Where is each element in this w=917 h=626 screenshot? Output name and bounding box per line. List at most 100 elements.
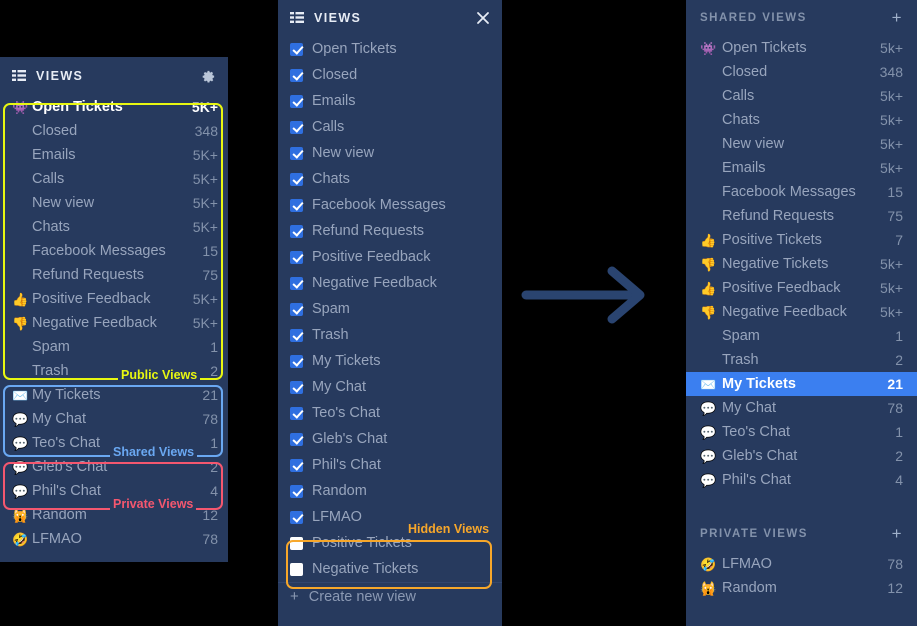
- checkbox-checked-icon[interactable]: [290, 432, 303, 446]
- checkbox-checked-icon[interactable]: [290, 68, 303, 82]
- checkbox-checked-icon[interactable]: [290, 302, 303, 316]
- checkbox-checked-icon[interactable]: [290, 198, 303, 212]
- view-visibility-row[interactable]: Negative Tickets: [278, 556, 502, 582]
- view-visibility-row[interactable]: Gleb's Chat: [278, 426, 502, 452]
- view-list-item[interactable]: 👎 Negative Tickets 5k+: [686, 252, 917, 276]
- view-visibility-row[interactable]: Calls: [278, 114, 502, 140]
- view-list-item-count: 5k+: [880, 40, 903, 56]
- view-visibility-row[interactable]: Trash: [278, 322, 502, 348]
- add-shared-view-icon[interactable]: +: [892, 8, 903, 28]
- speech-bubble-icon: 💬: [12, 435, 29, 451]
- view-list-item[interactable]: Closed 348: [686, 60, 917, 84]
- view-visibility-row[interactable]: Teo's Chat: [278, 400, 502, 426]
- checkbox-checked-icon[interactable]: [290, 484, 303, 498]
- view-list-item[interactable]: Facebook Messages 15: [686, 180, 917, 204]
- close-icon[interactable]: [476, 11, 490, 25]
- checkbox-checked-icon[interactable]: [290, 380, 303, 394]
- checkbox-checked-icon[interactable]: [290, 94, 303, 108]
- checkbox-checked-icon[interactable]: [290, 42, 303, 56]
- view-list-item[interactable]: Emails 5K+: [0, 143, 228, 167]
- view-list-item-count: 1: [210, 339, 218, 355]
- view-list-item[interactable]: 👍 Positive Feedback 5k+: [686, 276, 917, 300]
- create-new-view-button[interactable]: + Create new view: [278, 582, 502, 610]
- view-list-item[interactable]: Refund Requests 75: [0, 263, 228, 287]
- view-list-item[interactable]: Trash 2: [686, 348, 917, 372]
- view-list-item[interactable]: 👍 Positive Tickets 7: [686, 228, 917, 252]
- view-visibility-row[interactable]: Chats: [278, 166, 502, 192]
- right-views-panel: SHARED VIEWS + 👾 Open Tickets 5k+ Closed 348…: [686, 0, 917, 626]
- view-visibility-row[interactable]: Open Tickets: [278, 36, 502, 62]
- view-visibility-row[interactable]: Emails: [278, 88, 502, 114]
- view-visibility-row[interactable]: New view: [278, 140, 502, 166]
- view-visibility-row[interactable]: Refund Requests: [278, 218, 502, 244]
- view-list-item-count: 12: [202, 507, 218, 523]
- checkbox-checked-icon[interactable]: [290, 510, 303, 524]
- view-visibility-row[interactable]: Random: [278, 478, 502, 504]
- view-list-item[interactable]: 🤣 LFMAO 78: [0, 527, 228, 551]
- checkbox-checked-icon[interactable]: [290, 328, 303, 342]
- view-list-item[interactable]: 💬 Phil's Chat 4: [686, 468, 917, 492]
- view-list-item[interactable]: 🤣 LFMAO 78: [686, 552, 917, 576]
- checkbox-unchecked-icon[interactable]: [290, 562, 303, 576]
- view-list-item[interactable]: 💬 Teo's Chat 1: [686, 420, 917, 444]
- view-visibility-row[interactable]: Spam: [278, 296, 502, 322]
- view-visibility-row[interactable]: Facebook Messages: [278, 192, 502, 218]
- checkbox-checked-icon[interactable]: [290, 458, 303, 472]
- view-list-item[interactable]: New view 5K+: [0, 191, 228, 215]
- view-list-item-label: Calls: [32, 171, 65, 187]
- view-visibility-row[interactable]: My Tickets: [278, 348, 502, 374]
- view-list-item[interactable]: 👍 Positive Feedback 5K+: [0, 287, 228, 311]
- checkbox-checked-icon[interactable]: [290, 146, 303, 160]
- gear-icon[interactable]: [201, 69, 216, 84]
- view-list-item[interactable]: Spam 1: [0, 335, 228, 359]
- view-visibility-label: Phil's Chat: [312, 457, 381, 473]
- view-list-item[interactable]: Closed 348: [0, 119, 228, 143]
- view-list-item[interactable]: Chats 5k+: [686, 108, 917, 132]
- checkbox-unchecked-icon[interactable]: [290, 536, 303, 550]
- view-visibility-label: Random: [312, 483, 367, 499]
- view-list-item[interactable]: 💬 My Chat 78: [686, 396, 917, 420]
- view-list-item[interactable]: 👎 Negative Feedback 5k+: [686, 300, 917, 324]
- view-list-item-label: Positive Feedback: [32, 291, 151, 307]
- checkbox-checked-icon[interactable]: [290, 120, 303, 134]
- view-list-item[interactable]: Calls 5K+: [0, 167, 228, 191]
- view-list-item-count: 5k+: [880, 256, 903, 272]
- checkbox-checked-icon[interactable]: [290, 172, 303, 186]
- add-private-view-icon[interactable]: +: [892, 524, 903, 544]
- view-visibility-row[interactable]: Closed: [278, 62, 502, 88]
- view-visibility-row[interactable]: Negative Feedback: [278, 270, 502, 296]
- view-list-item[interactable]: Spam 1: [686, 324, 917, 348]
- view-list-item[interactable]: 🙀 Random 12: [686, 576, 917, 600]
- view-list-item-label: My Chat: [32, 411, 86, 427]
- view-list-item[interactable]: Calls 5k+: [686, 84, 917, 108]
- checkbox-checked-icon[interactable]: [290, 354, 303, 368]
- view-list-item[interactable]: Facebook Messages 15: [0, 239, 228, 263]
- view-list-item[interactable]: New view 5k+: [686, 132, 917, 156]
- view-list-item[interactable]: ✉️ My Tickets 21: [686, 372, 917, 396]
- checkbox-checked-icon[interactable]: [290, 406, 303, 420]
- view-list-item-label: Trash: [722, 352, 759, 368]
- view-visibility-row[interactable]: Phil's Chat: [278, 452, 502, 478]
- view-list-item-count: 5k+: [880, 160, 903, 176]
- view-list-item[interactable]: Refund Requests 75: [686, 204, 917, 228]
- view-list-item[interactable]: ✉️ My Tickets 21: [0, 383, 228, 407]
- view-list-item-label: Chats: [32, 219, 70, 235]
- view-list-item[interactable]: Emails 5k+: [686, 156, 917, 180]
- view-list-item[interactable]: 👎 Negative Feedback 5K+: [0, 311, 228, 335]
- view-list-item-count: 75: [202, 267, 218, 283]
- view-list-item-count: 5k+: [880, 88, 903, 104]
- view-list-item[interactable]: 💬 My Chat 78: [0, 407, 228, 431]
- view-list-item-label: Chats: [722, 112, 760, 128]
- view-list-item[interactable]: 👾 Open Tickets 5k+: [686, 36, 917, 60]
- checkbox-checked-icon[interactable]: [290, 224, 303, 238]
- view-list-item[interactable]: 💬 Gleb's Chat 2: [686, 444, 917, 468]
- view-list-item[interactable]: Chats 5K+: [0, 215, 228, 239]
- checkbox-checked-icon[interactable]: [290, 276, 303, 290]
- view-visibility-label: Facebook Messages: [312, 197, 446, 213]
- checkbox-checked-icon[interactable]: [290, 250, 303, 264]
- view-visibility-row[interactable]: Positive Feedback: [278, 244, 502, 270]
- view-list-item[interactable]: 👾 Open Tickets 5K+: [0, 95, 228, 119]
- annotation-label-public-views: Public Views: [118, 368, 201, 382]
- view-list-item-count: 348: [879, 64, 903, 80]
- view-visibility-row[interactable]: My Chat: [278, 374, 502, 400]
